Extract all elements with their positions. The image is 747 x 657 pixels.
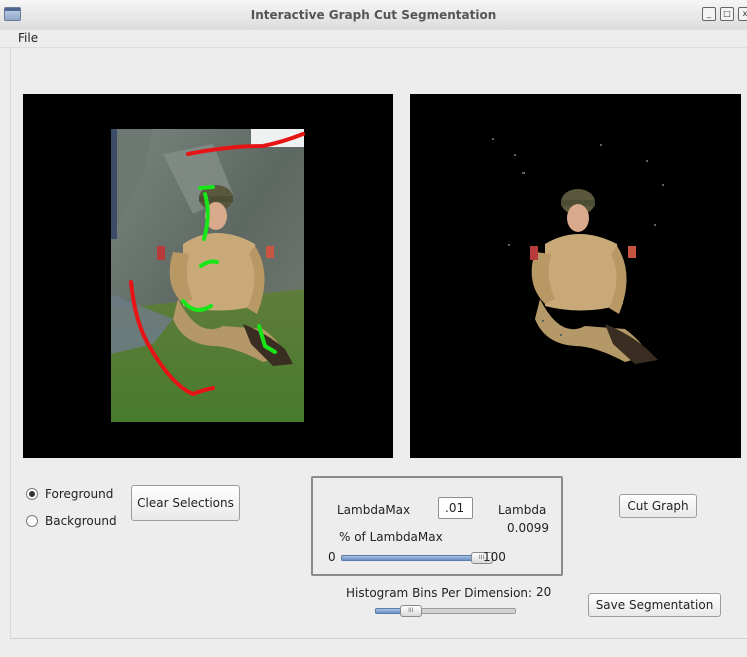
percent-slider-max: 100 [483,550,506,564]
segmented-soldier [530,189,658,364]
histogram-slider-handle[interactable]: III [399,605,422,617]
menu-file[interactable]: File [18,31,38,45]
title-bar: Interactive Graph Cut Segmentation _ □ x [0,0,747,31]
input-image[interactable] [23,94,393,458]
input-image-panel[interactable] [23,94,393,458]
foreground-radio[interactable]: Foreground [26,487,113,501]
maximize-button[interactable]: □ [720,7,734,21]
minimize-button[interactable]: _ [702,7,716,21]
foreground-radio-label: Foreground [45,487,114,501]
lambda-group: LambdaMax .01 Lambda 0.0099 % of LambdaM… [311,476,563,576]
save-segmentation-button[interactable]: Save Segmentation [588,593,721,617]
background-radio-indicator[interactable] [26,515,38,527]
segmentation-result-panel [410,94,741,458]
lambda-max-label: LambdaMax [337,503,411,517]
percent-slider-fill [341,555,483,561]
segmentation-result-image [492,138,664,364]
cut-graph-button[interactable]: Cut Graph [619,494,697,518]
clear-selections-button[interactable]: Clear Selections [131,485,240,521]
background-radio-label: Background [45,514,117,528]
percent-slider-min: 0 [328,550,336,564]
histogram-bins-value: 20 [536,585,552,599]
histogram-bins-label: Histogram Bins Per Dimension: [346,586,533,600]
lambda-max-input[interactable]: .01 [438,497,473,519]
percent-lambdamax-label: % of LambdaMax [339,530,443,544]
window-title: Interactive Graph Cut Segmentation [250,8,497,22]
lambda-label: Lambda [498,503,547,517]
foreground-radio-indicator[interactable] [26,488,38,500]
close-button[interactable]: x [738,7,747,21]
photo [111,129,304,422]
menu-bar: File [0,30,747,48]
lambda-value: 0.0099 [507,521,549,535]
background-radio[interactable]: Background [26,514,117,528]
